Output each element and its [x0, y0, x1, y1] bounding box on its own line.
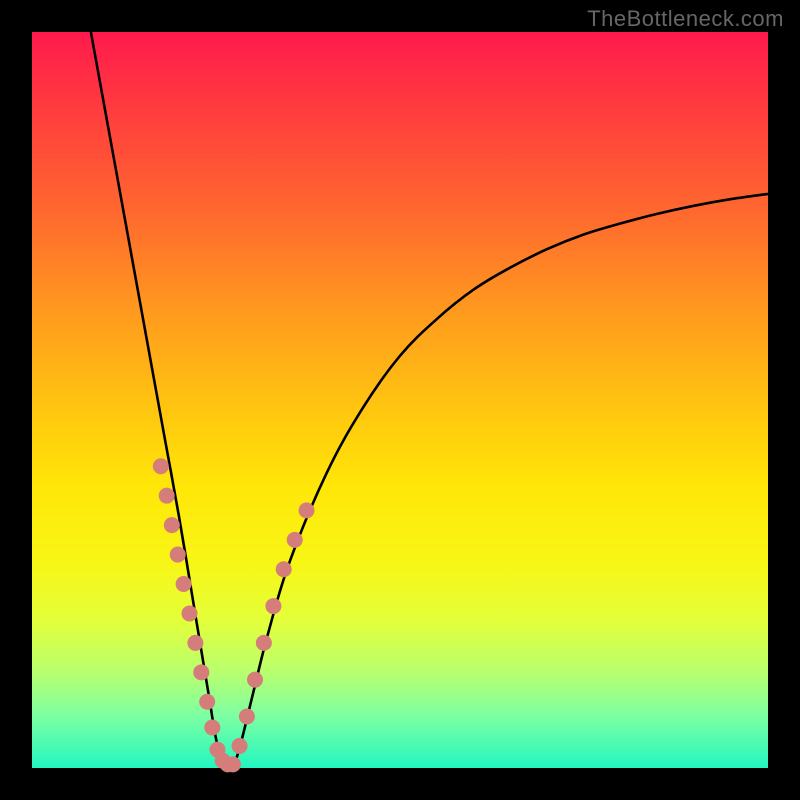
data-point	[164, 517, 180, 533]
markers-left-group	[153, 458, 236, 772]
data-point	[182, 605, 198, 621]
data-point	[287, 532, 303, 548]
data-point	[153, 458, 169, 474]
curve-svg	[32, 32, 768, 768]
data-point	[256, 635, 272, 651]
data-point	[225, 756, 241, 772]
data-point	[187, 635, 203, 651]
data-point	[170, 547, 186, 563]
data-point	[247, 672, 263, 688]
data-point	[204, 720, 220, 736]
markers-right-group	[225, 502, 315, 772]
data-point	[265, 598, 281, 614]
data-point	[239, 708, 255, 724]
data-point	[232, 738, 248, 754]
data-point	[193, 664, 209, 680]
data-point	[299, 502, 315, 518]
chart-frame: TheBottleneck.com	[0, 0, 800, 800]
watermark-text: TheBottleneck.com	[587, 6, 784, 32]
bottleneck-curve	[91, 32, 768, 767]
chart-plot-area	[32, 32, 768, 768]
data-point	[159, 488, 175, 504]
data-point	[176, 576, 192, 592]
data-point	[199, 694, 215, 710]
data-point	[276, 561, 292, 577]
